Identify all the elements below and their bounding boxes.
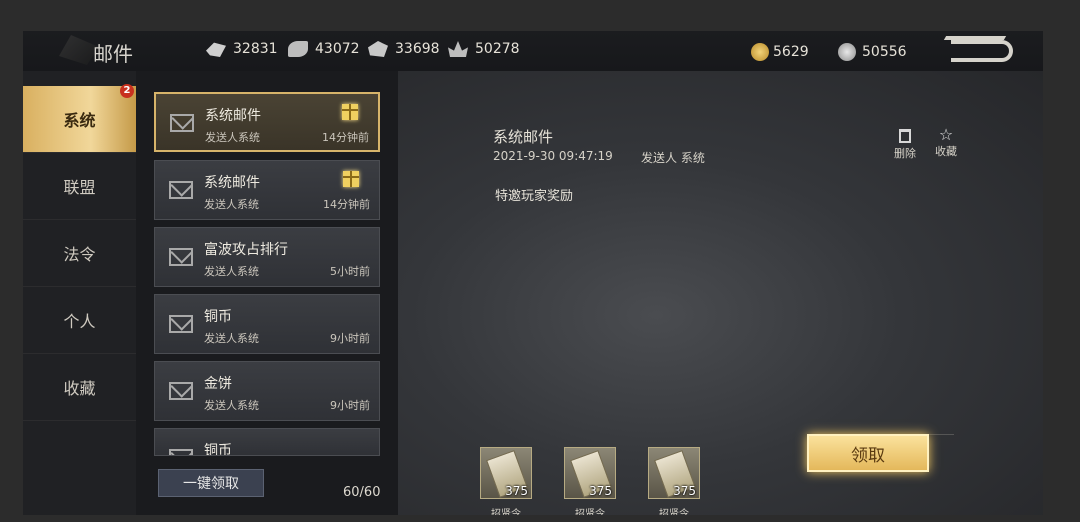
stone-value: 33698 — [395, 41, 440, 57]
back-button[interactable] — [951, 40, 1013, 62]
resource-food: 32831 — [206, 41, 278, 57]
mail-item[interactable]: 系统邮件 发送人系统 14分钟前 — [154, 160, 380, 220]
window-title: 邮件 — [93, 42, 133, 66]
envelope-icon — [170, 114, 194, 132]
wood-icon — [288, 41, 308, 57]
mail-time: 5小时前 — [330, 265, 370, 278]
mail-sender: 发送人系统 — [204, 399, 259, 412]
claim-button[interactable]: 领取 — [807, 434, 929, 472]
mail-count: 60/60 — [343, 485, 381, 500]
gold-coin-icon — [751, 43, 769, 61]
currency-gold: 5629 — [751, 43, 809, 61]
mail-time: 9小时前 — [330, 399, 370, 412]
mail-title: 铜币 — [204, 309, 232, 325]
tab-label: 个人 — [63, 312, 96, 331]
food-icon — [206, 42, 226, 57]
detail-title: 系统邮件 — [493, 128, 554, 146]
reward-slot: 375 — [480, 447, 532, 499]
mail-window: 邮件 32831 43072 33698 50278 5629 50556 系统… — [23, 31, 1043, 515]
iron-icon — [448, 41, 468, 57]
food-value: 32831 — [233, 41, 278, 57]
trash-icon — [899, 129, 911, 143]
gold-value: 5629 — [773, 44, 809, 60]
mail-item[interactable]: 富波攻占排行 发送人系统 5小时前 — [154, 227, 380, 287]
reward-qty: 375 — [589, 484, 612, 498]
mail-sender: 发送人系统 — [204, 332, 259, 345]
unread-badge: 2 — [120, 84, 134, 98]
gift-icon — [342, 104, 358, 120]
detail-body: 特邀玩家奖励 — [495, 189, 574, 204]
mail-time: 14分钟前 — [323, 198, 370, 211]
reward-slot: 375 — [648, 447, 700, 499]
currency-silver: 50556 — [838, 43, 907, 61]
delete-button[interactable]: 删除 — [885, 129, 925, 161]
stone-icon — [368, 41, 388, 57]
mail-list[interactable]: 系统邮件 发送人系统 14分钟前 系统邮件 发送人系统 14分钟前 富波攻占排行… — [136, 71, 398, 515]
claim-all-button[interactable]: 一键领取 — [158, 469, 264, 497]
detail-sender: 发送人 系统 — [641, 151, 705, 165]
mail-title: 金饼 — [204, 376, 232, 392]
reward-item[interactable]: 375 招贤令 — [646, 447, 702, 515]
mail-time: 9小时前 — [330, 332, 370, 345]
reward-name: 招贤令 — [659, 509, 689, 515]
mail-time: 14分钟前 — [322, 131, 369, 144]
tab-decree[interactable]: 法令 — [23, 220, 136, 287]
reward-item[interactable]: 375 招贤令 — [562, 447, 618, 515]
favorite-button[interactable]: ☆ 收藏 — [926, 127, 966, 159]
reward-item[interactable]: 375 招贤令 — [478, 447, 534, 515]
detail-datetime: 2021-9-30 09:47:19 — [493, 149, 613, 163]
reward-qty: 375 — [505, 484, 528, 498]
envelope-icon — [169, 248, 193, 266]
wood-value: 43072 — [315, 41, 360, 57]
reward-qty: 375 — [673, 484, 696, 498]
reward-name: 招贤令 — [575, 509, 605, 515]
tab-alliance[interactable]: 联盟 — [23, 153, 136, 220]
favorite-label: 收藏 — [935, 145, 957, 158]
envelope-icon — [169, 181, 193, 199]
mail-title: 系统邮件 — [205, 108, 261, 124]
mail-item[interactable]: 铜币 发送人系统 9小时前 — [154, 294, 380, 354]
envelope-icon — [169, 315, 193, 333]
mail-sender: 发送人系统 — [204, 198, 259, 211]
mail-item[interactable]: 系统邮件 发送人系统 14分钟前 — [154, 92, 380, 152]
tab-favorites[interactable]: 收藏 — [23, 354, 136, 421]
silver-coin-icon — [838, 43, 856, 61]
mail-item[interactable]: 金饼 发送人系统 9小时前 — [154, 361, 380, 421]
tab-label: 系统 — [63, 111, 96, 130]
delete-label: 删除 — [894, 147, 916, 160]
envelope-icon — [169, 449, 193, 455]
tab-system[interactable]: 系统 2 — [23, 84, 136, 153]
mail-sender: 发送人系统 — [204, 265, 259, 278]
mail-title: 铜币 — [204, 443, 232, 456]
iron-value: 50278 — [475, 41, 520, 57]
resource-wood: 43072 — [288, 41, 360, 57]
reward-name: 招贤令 — [491, 509, 521, 515]
gift-icon — [343, 171, 359, 187]
mail-title: 富波攻占排行 — [204, 242, 288, 258]
envelope-icon — [169, 382, 193, 400]
category-tabs: 系统 2 联盟 法令 个人 收藏 — [23, 71, 136, 515]
reward-slot: 375 — [564, 447, 616, 499]
mail-title: 系统邮件 — [204, 175, 260, 191]
star-icon: ☆ — [938, 125, 954, 144]
tab-label: 联盟 — [63, 178, 96, 197]
mail-sender: 发送人系统 — [205, 131, 260, 144]
resource-stone: 33698 — [368, 41, 440, 57]
tab-personal[interactable]: 个人 — [23, 287, 136, 354]
top-bar: 邮件 32831 43072 33698 50278 5629 50556 — [23, 31, 1043, 72]
tab-label: 收藏 — [63, 379, 96, 398]
mail-item[interactable]: 铜币 — [154, 428, 380, 456]
silver-value: 50556 — [862, 44, 907, 60]
resource-iron: 50278 — [448, 41, 520, 57]
tab-label: 法令 — [63, 245, 96, 264]
